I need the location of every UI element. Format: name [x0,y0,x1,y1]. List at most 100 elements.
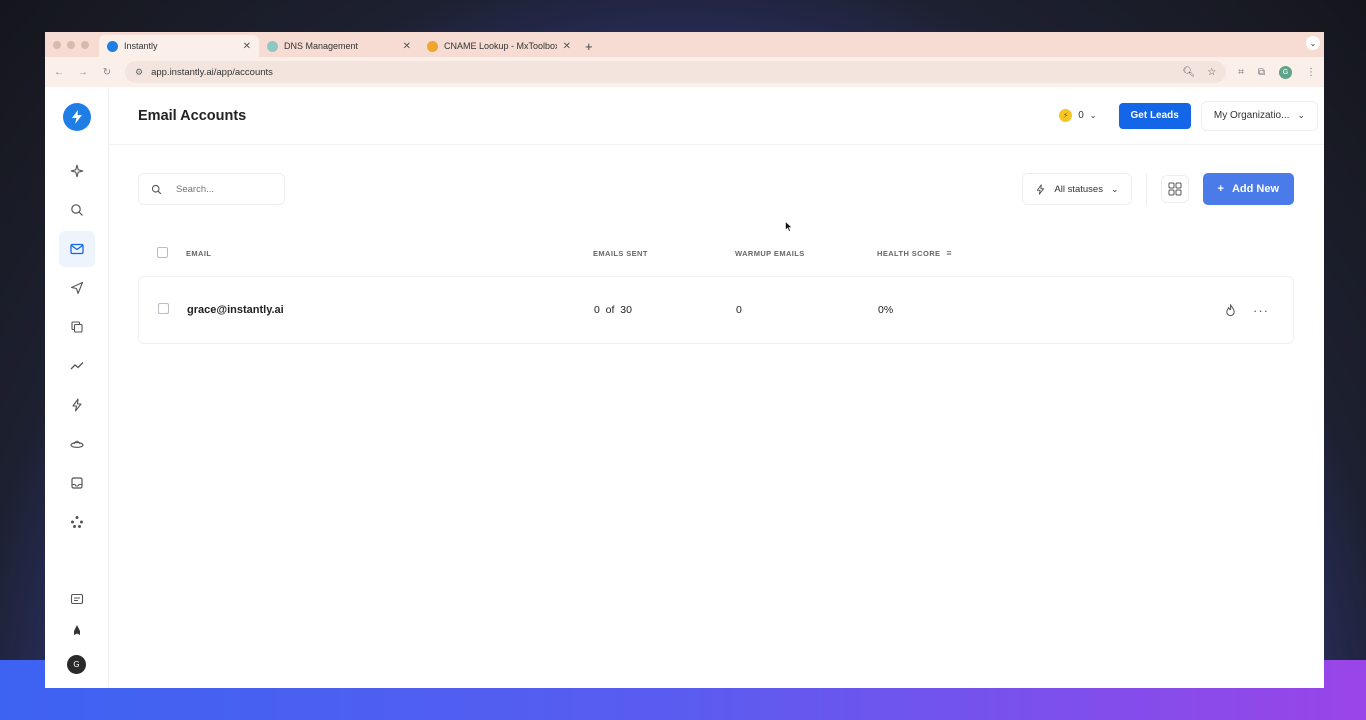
browser-menu-icon[interactable]: ⋮ [1306,67,1316,78]
address-bar-row: ← → ↻ ⚙ app.instantly.ai/app/accounts 🔍︎… [45,57,1324,87]
sidebar-item-email-accounts[interactable] [58,231,95,267]
copy-icon [70,321,83,333]
close-tab-icon[interactable]: ✕ [403,41,411,52]
mail-icon [69,243,84,255]
sidebar-nav [58,153,95,540]
sidebar-item-automations[interactable] [59,387,95,423]
sidebar-item-unibox[interactable] [59,465,95,501]
add-new-label: Add New [1231,183,1279,195]
tab-strip: Instantly ✕ DNS Management ✕ CNAME Looku… [45,32,1324,57]
sidebar-item-templates[interactable] [59,309,95,345]
more-options-icon[interactable]: ··· [1253,303,1269,318]
sparkle-icon [70,164,83,178]
forward-arrow-icon[interactable]: → [77,67,89,78]
sidebar-item-sparkle[interactable] [59,153,95,189]
inbox-icon [70,477,83,489]
column-header-health-score[interactable]: HEALTH SCORE ≡ [877,248,1077,258]
browser-tab-dns[interactable]: DNS Management ✕ [259,35,419,57]
bookmark-star-icon[interactable]: ☆ [1207,67,1216,78]
zoom-icon[interactable]: 🔍︎ [1183,67,1196,78]
close-tab-icon[interactable]: ✕ [563,41,571,52]
grid-icon [1168,182,1181,196]
chevron-down-icon: ⌄ [1089,111,1097,120]
ufo-icon [69,440,84,448]
warmup-flame-icon[interactable] [1224,303,1237,317]
status-filter-label: All statuses [1054,183,1103,195]
browser-tab-instantly[interactable]: Instantly ✕ [99,35,259,57]
page-title: Email Accounts [138,107,247,124]
browser-window: Instantly ✕ DNS Management ✕ CNAME Looku… [45,32,1324,688]
bolt-icon [1037,183,1045,195]
page-header: Email Accounts ⚡ 0 ⌄ Get Leads My Organi… [109,87,1324,145]
url-text: app.instantly.ai/app/accounts [151,66,273,78]
status-filter-dropdown[interactable]: All statuses ⌄ [1022,173,1132,205]
table-row[interactable]: grace@instantly.ai 0 of 30 0 0% ··· [138,276,1294,344]
search-icon [151,184,162,194]
tab-search-chevron-icon[interactable]: ⌄ [1306,36,1320,50]
add-new-button[interactable]: + Add New [1202,173,1294,205]
main-content: Email Accounts ⚡ 0 ⌄ Get Leads My Organi… [109,87,1324,688]
minimize-window-button[interactable] [67,40,75,49]
plus-icon: + [1217,183,1224,195]
tab-title: DNS Management [284,41,359,51]
maximize-window-button[interactable] [81,40,89,49]
send-icon [70,281,83,295]
search-input[interactable] [176,183,266,195]
instantly-favicon-icon [107,40,118,52]
account-email[interactable]: grace@instantly.ai [187,304,594,316]
tab-title: Instantly [124,41,158,51]
tab-title: CNAME Lookup - MxToolbox [444,41,557,51]
rocket-icon[interactable] [70,624,84,638]
sidebar: G [45,87,109,688]
row-checkbox[interactable] [158,303,169,314]
sidebar-item-integrations[interactable] [59,504,95,540]
chevron-down-icon: ⌄ [1110,183,1119,194]
reload-icon[interactable]: ↻ [101,67,113,78]
mxtoolbox-favicon-icon [427,40,438,52]
back-arrow-icon[interactable]: ← [53,67,65,78]
user-avatar[interactable]: G [67,655,86,674]
organization-label: My Organizatio... [1213,110,1290,121]
sidebar-item-ufo[interactable] [59,426,95,462]
coin-icon: ⚡ [1059,109,1073,122]
credits-dropdown[interactable]: ⚡ 0 ⌄ [1059,109,1097,122]
column-header-warmup-emails[interactable]: WARMUP EMAILS [735,249,877,258]
column-header-health-score-label: HEALTH SCORE [877,248,941,258]
dns-favicon-icon [267,40,278,52]
search-box[interactable] [138,173,285,205]
mouse-cursor-icon [785,221,793,232]
health-score-value: 0% [878,304,894,316]
sidebar-item-search[interactable] [59,192,95,228]
toolbar-divider [1145,173,1147,205]
sidebar-item-campaigns[interactable] [59,270,95,306]
sidebar-item-analytics[interactable] [59,348,95,384]
column-header-emails-sent[interactable]: EMAILS SENT [593,249,735,258]
browser-profile-avatar[interactable]: G [1279,65,1292,79]
grid-view-button[interactable] [1160,175,1189,203]
sort-icon[interactable]: ≡ [946,248,952,258]
bolt-icon [71,398,82,412]
window-controls [53,32,99,57]
emails-sent-value: 0 of 30 [594,304,632,316]
site-settings-icon[interactable]: ⚙ [135,67,143,78]
network-icon [70,516,83,528]
close-window-button[interactable] [53,40,61,49]
feedback-chat-icon[interactable] [70,593,84,607]
column-header-email[interactable]: EMAIL [186,249,593,258]
search-icon [70,204,83,216]
extensions-puzzle-icon[interactable]: ⧉ [1258,67,1265,78]
get-leads-button[interactable]: Get Leads [1118,102,1191,129]
warmup-emails-value: 0 [736,304,742,316]
organization-dropdown[interactable]: My Organizatio... ⌄ [1200,100,1318,131]
translate-extension-icon[interactable]: ⌗ [1238,67,1244,78]
accounts-toolbar: All statuses ⌄ + Add New [138,173,1294,205]
browser-tab-mxtoolbox[interactable]: CNAME Lookup - MxToolbox ✕ [419,35,579,57]
new-tab-button[interactable]: + [579,35,599,57]
chevron-down-icon: ⌄ [1297,110,1305,120]
url-field[interactable]: ⚙ app.instantly.ai/app/accounts 🔍︎ ☆ [125,61,1227,83]
credits-count: 0 [1078,110,1084,121]
close-tab-icon[interactable]: ✕ [243,41,251,52]
select-all-checkbox[interactable] [157,246,168,258]
sidebar-bottom: G [67,593,86,674]
instantly-logo-icon[interactable] [62,103,91,131]
